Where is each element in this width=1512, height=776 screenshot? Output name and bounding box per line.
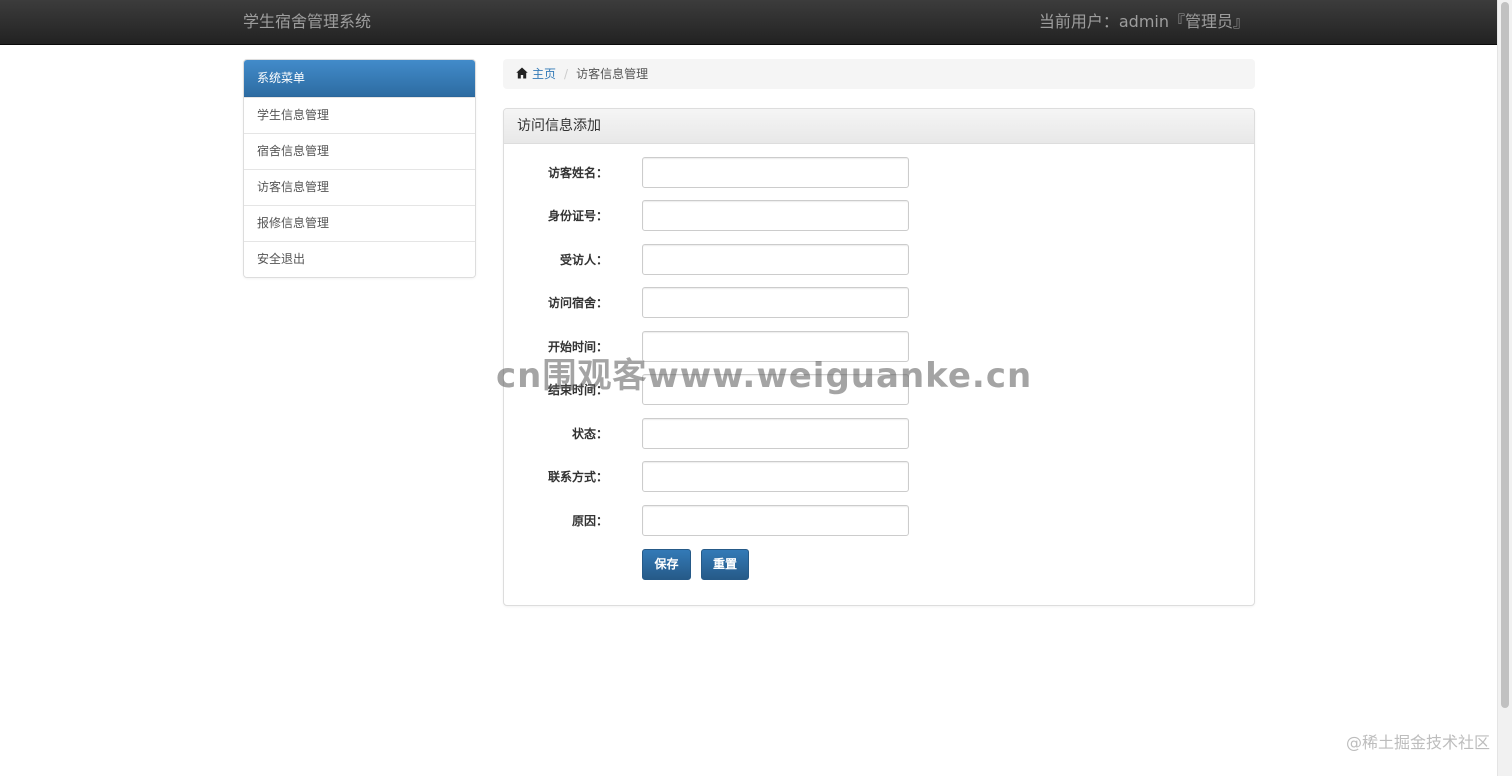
form-row-contact: 联系方式：	[504, 461, 1254, 493]
scrollbar-thumb[interactable]	[1501, 2, 1509, 708]
sidebar-item-dormitory[interactable]: 宿舍信息管理	[244, 133, 475, 169]
app-brand[interactable]: 学生宿舍管理系统	[243, 12, 371, 32]
form-row-status: 状态：	[504, 418, 1254, 450]
reason-input[interactable]	[642, 505, 909, 536]
site-watermark: cn围观客www.weiguanke.cn	[496, 356, 1033, 396]
panel-title: 访问信息添加	[504, 109, 1254, 144]
visitor-name-label: 访客姓名：	[547, 166, 608, 180]
sidebar-item-repair[interactable]: 报修信息管理	[244, 205, 475, 241]
form-row-id-number: 身份证号：	[504, 200, 1254, 232]
dormitory-label: 访问宿舍：	[547, 296, 608, 310]
interviewee-input[interactable]	[642, 244, 909, 275]
breadcrumb-current: 访客信息管理	[576, 67, 649, 81]
breadcrumb: 主页 / 访客信息管理	[503, 59, 1255, 89]
reason-label: 原因：	[571, 514, 608, 528]
sidebar-item-visitor[interactable]: 访客信息管理	[244, 169, 475, 205]
breadcrumb-home-link[interactable]: 主页	[532, 59, 556, 89]
current-user-label: 当前用户：admin『管理员』	[1038, 12, 1249, 31]
id-number-input[interactable]	[642, 200, 909, 231]
form-row-reason: 原因：	[504, 505, 1254, 537]
sidebar-heading: 系统菜单	[244, 60, 475, 97]
sidebar-item-logout[interactable]: 安全退出	[244, 241, 475, 277]
home-icon	[516, 67, 528, 79]
contact-label: 联系方式：	[547, 470, 608, 484]
top-navbar: 学生宿舍管理系统 当前用户：admin『管理员』	[0, 0, 1497, 45]
reset-button[interactable]: 重置	[701, 549, 749, 580]
breadcrumb-separator: /	[564, 67, 569, 81]
contact-input[interactable]	[642, 461, 909, 492]
form-row-dormitory: 访问宿舍：	[504, 287, 1254, 319]
vertical-scrollbar[interactable]	[1497, 0, 1512, 776]
corner-watermark: @稀土掘金技术社区	[1345, 733, 1490, 752]
save-button[interactable]: 保存	[642, 549, 691, 580]
sidebar-item-student[interactable]: 学生信息管理	[244, 97, 475, 133]
form-row-interviewee: 受访人：	[504, 244, 1254, 276]
sidebar-menu: 系统菜单 学生信息管理 宿舍信息管理 访客信息管理 报修信息管理 安全退出	[243, 59, 476, 278]
status-input[interactable]	[642, 418, 909, 449]
dormitory-input[interactable]	[642, 287, 909, 318]
id-number-label: 身份证号：	[547, 209, 608, 223]
interviewee-label: 受访人：	[559, 253, 608, 267]
form-row-visitor-name: 访客姓名：	[504, 157, 1254, 189]
visitor-name-input[interactable]	[642, 157, 909, 188]
status-label: 状态：	[571, 427, 608, 441]
